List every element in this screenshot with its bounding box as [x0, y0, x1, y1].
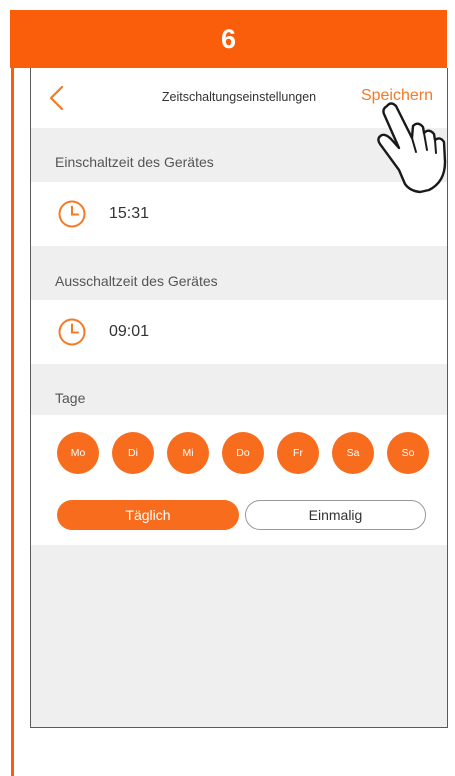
- pointing-hand-icon: [377, 102, 447, 194]
- days-label: Tage: [55, 390, 86, 406]
- days-panel: Mo Di Mi Do Fr Sa So Täglich Einmalig: [31, 415, 447, 545]
- day-chip-fr[interactable]: Fr: [277, 432, 319, 474]
- day-chip-so[interactable]: So: [387, 432, 429, 474]
- clock-icon: [58, 200, 86, 228]
- on-time-value: 15:31: [109, 205, 150, 222]
- day-selector: Mo Di Mi Do Fr Sa So: [57, 432, 429, 474]
- day-chip-sa[interactable]: Sa: [332, 432, 374, 474]
- day-chip-di[interactable]: Di: [112, 432, 154, 474]
- step-number: 6: [220, 23, 237, 54]
- step-side-rule: [11, 68, 14, 776]
- daily-toggle-button[interactable]: Täglich: [57, 500, 239, 530]
- on-time-label: Einschaltzeit des Gerätes: [55, 154, 214, 170]
- off-time-value: 09:01: [109, 323, 150, 340]
- clock-icon: [58, 318, 86, 346]
- day-chip-mi[interactable]: Mi: [167, 432, 209, 474]
- day-chip-mo[interactable]: Mo: [57, 432, 99, 474]
- day-chip-do[interactable]: Do: [222, 432, 264, 474]
- off-time-row[interactable]: 09:01: [31, 300, 447, 364]
- step-header: 6: [10, 10, 447, 68]
- once-toggle-button[interactable]: Einmalig: [245, 500, 426, 530]
- off-time-label: Ausschaltzeit des Gerätes: [55, 273, 218, 289]
